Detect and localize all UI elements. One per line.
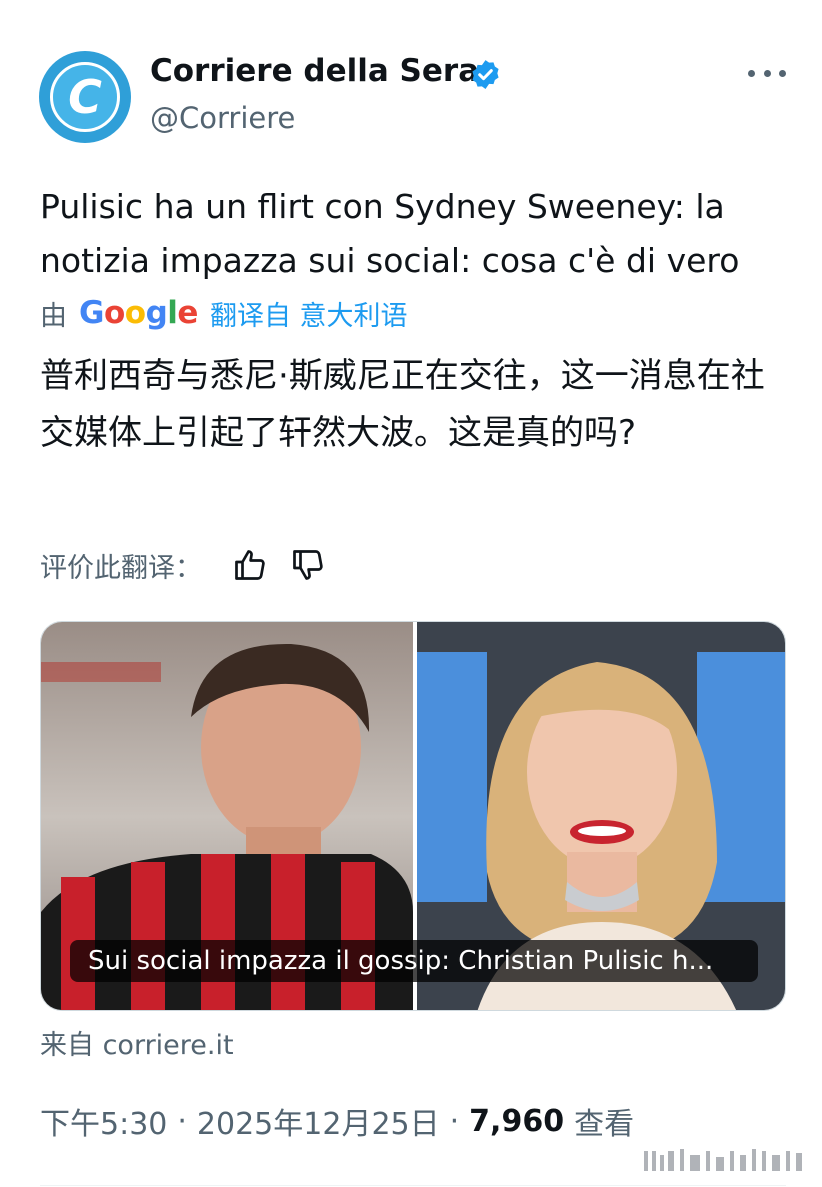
dot xyxy=(748,69,755,77)
verified-badge-icon xyxy=(472,60,499,89)
rate-translation: 评价此翻译： xyxy=(40,543,348,587)
translation-attribution: 由 Google 翻译自 意大利语 xyxy=(40,292,408,334)
translation-prefix: 由 xyxy=(40,300,67,332)
card-source[interactable]: 来自 corriere.it xyxy=(40,1023,234,1062)
avatar[interactable]: C xyxy=(39,51,131,143)
dot xyxy=(763,69,771,77)
dot xyxy=(779,69,786,77)
display-name[interactable]: Corriere della Sera xyxy=(150,53,479,89)
views-label: 查看 xyxy=(574,1107,635,1142)
google-logo: Google xyxy=(79,295,198,331)
card-caption: Sui social impazza il gossip: Christian … xyxy=(70,940,758,982)
thumbs-down-icon[interactable] xyxy=(290,547,326,583)
tweet-meta: 下午5:30 · 2025年12月25日 · 7,960 查看 xyxy=(40,1098,634,1144)
link-card[interactable]: Sui social impazza il gossip: Christian … xyxy=(40,621,786,1011)
tweet-text: Pulisic ha un flirt con Sydney Sweeney: … xyxy=(40,187,740,280)
tweet-date[interactable]: 2025年12月25日 xyxy=(197,1099,440,1143)
views-count: 7,960 xyxy=(469,1103,565,1139)
separator: · xyxy=(449,1103,460,1139)
translated-from-link[interactable]: 翻译自 意大利语 xyxy=(210,294,408,333)
handle[interactable]: @Corriere xyxy=(150,101,295,135)
rate-translation-label: 评价此翻译： xyxy=(40,552,202,584)
translated-text: 普利西奇与悉尼·斯威尼正在交往，这一消息在社交媒体上引起了轩然大波。这是真的吗? xyxy=(40,356,765,453)
watermark-icon xyxy=(644,1149,802,1171)
more-options-icon[interactable] xyxy=(748,58,786,88)
corriere-logo: C xyxy=(50,62,120,132)
thumbs-up-icon[interactable] xyxy=(232,547,268,583)
avatar-letter: C xyxy=(68,70,102,124)
separator: · xyxy=(177,1103,187,1139)
divider xyxy=(40,1185,786,1186)
tweet-time[interactable]: 下午5:30 xyxy=(40,1099,167,1143)
